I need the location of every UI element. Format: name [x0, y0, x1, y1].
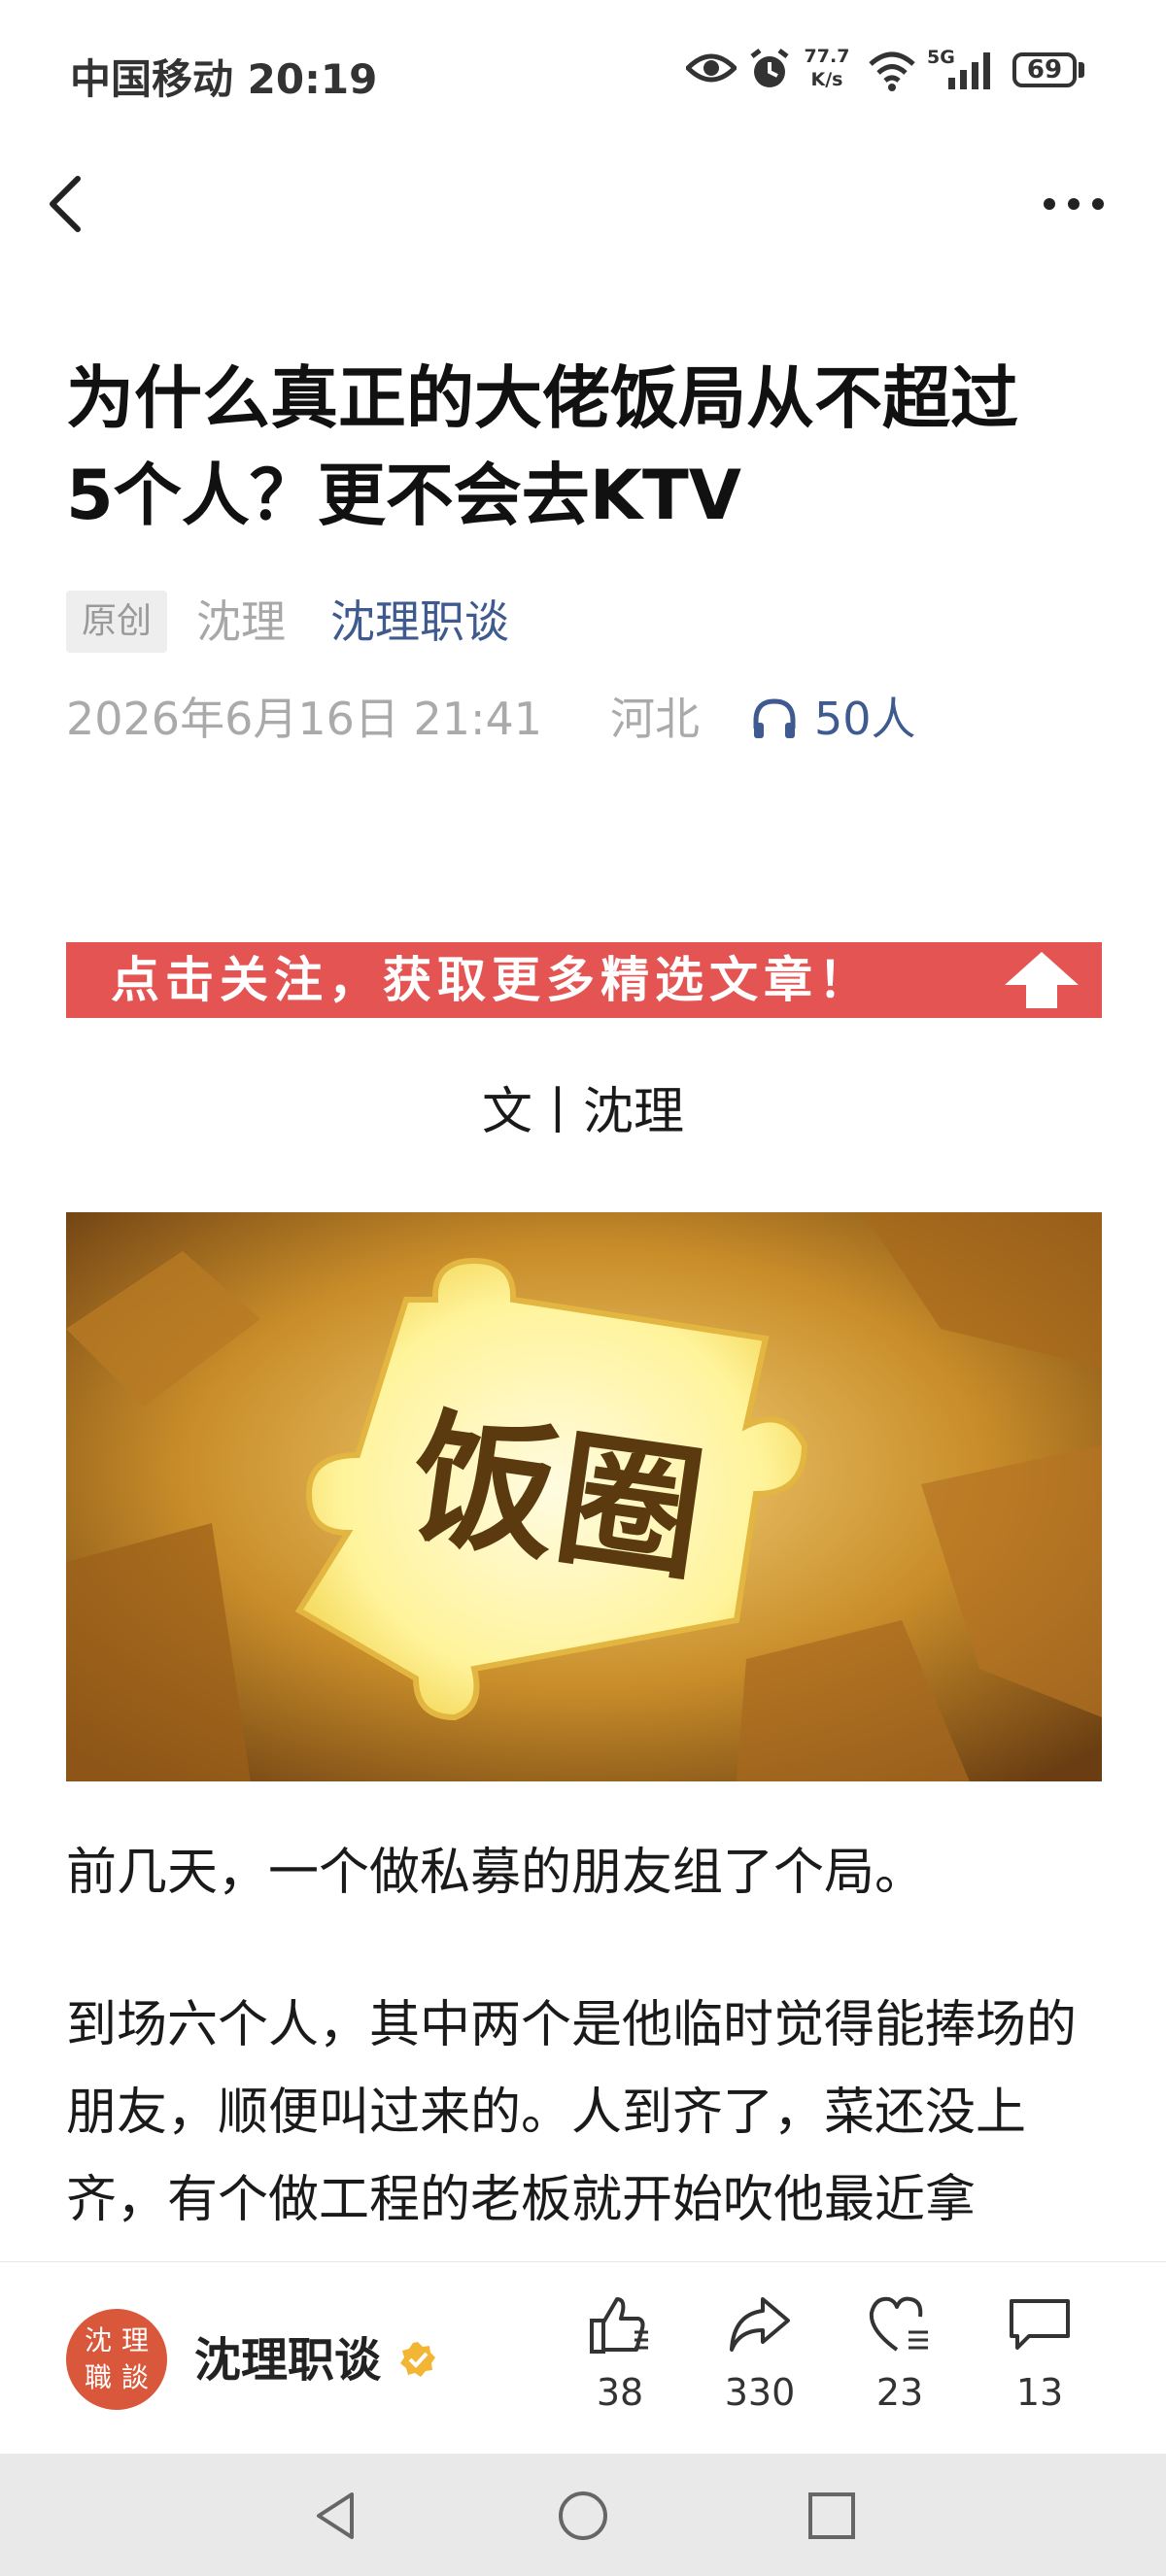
article-title-line-2: 5个人？更不会去KTV — [66, 456, 741, 535]
comment-count: 13 — [1015, 2371, 1064, 2414]
follow-banner[interactable]: 点击关注，获取更多精选文章！ — [66, 942, 1102, 1018]
signal-icon — [948, 52, 990, 89]
like-count: 38 — [596, 2371, 644, 2414]
share-button[interactable]: 330 — [702, 2293, 818, 2414]
article-image[interactable]: 饭圈 — [66, 1212, 1102, 1781]
comment-icon — [1010, 2299, 1070, 2350]
bottom-action-bar: 沈 理 職 談 沈理职谈 38 330 23 13 — [0, 2261, 1166, 2455]
verified-badge-icon — [400, 2342, 435, 2377]
article-paragraph-2: 到场六个人，其中两个是他临时觉得能捧场的朋友，顺便叫过来的。人到齐了，菜还没上齐… — [66, 1996, 1078, 2229]
publish-date: 2026年6月16日 21:41 — [66, 693, 543, 745]
original-badge: 原创 — [66, 591, 167, 653]
up-arrow-icon — [1005, 952, 1079, 1008]
network-speed-unit: K/s — [810, 69, 843, 90]
avatar-seal: 沈 理 職 談 — [80, 2322, 154, 2396]
battery-level: 69 — [1026, 55, 1063, 85]
favorite-count: 23 — [875, 2371, 924, 2414]
bottom-account-name[interactable]: 沈理职谈 — [194, 2330, 381, 2390]
region-label: 河北 — [610, 693, 700, 745]
more-dots-icon — [1044, 198, 1104, 210]
puzzle-illustration: 饭圈 — [66, 1212, 1102, 1781]
chevron-left-icon — [50, 176, 81, 232]
avatar-char-1: 沈 — [84, 2324, 112, 2356]
wifi-icon — [869, 51, 915, 91]
heart-icon — [869, 2296, 928, 2352]
status-time: 中国移动 20:19 — [70, 55, 378, 103]
battery-cap — [1079, 62, 1084, 78]
listen-count[interactable]: 50人 — [814, 688, 916, 750]
article-paragraph-1: 前几天，一个做私募的朋友组了个局。 — [66, 1844, 926, 1902]
favorite-button[interactable]: 23 — [841, 2293, 958, 2414]
article-byline: 文丨沈理 — [481, 1083, 684, 1141]
network-speed: 77.7 K/s — [803, 45, 851, 91]
alarm-icon — [750, 49, 789, 87]
share-icon — [730, 2297, 790, 2352]
follow-banner-text: 点击关注，获取更多精选文章！ — [111, 952, 873, 1008]
avatar-char-4: 談 — [120, 2361, 149, 2393]
battery-icon: 69 — [1012, 52, 1077, 87]
system-navigation-bar — [0, 2454, 1166, 2576]
nav-home-icon[interactable] — [556, 2489, 610, 2543]
eye-icon — [686, 53, 737, 83]
back-button[interactable] — [39, 165, 97, 243]
comment-button[interactable]: 13 — [981, 2293, 1098, 2414]
like-button[interactable]: 38 — [562, 2293, 678, 2414]
avatar-char-2: 理 — [120, 2324, 149, 2356]
article-title: 为什么真正的大佬饭局从不超过 5个人？更不会去KTV — [66, 350, 1106, 544]
nav-recents-icon[interactable] — [805, 2489, 859, 2543]
account-name-link[interactable]: 沈理职谈 — [330, 591, 509, 653]
article-title-line-1: 为什么真正的大佬饭局从不超过 — [66, 358, 1018, 438]
network-speed-value: 77.7 — [804, 46, 850, 67]
thumbs-up-icon — [590, 2297, 648, 2354]
headphones-icon[interactable] — [750, 695, 799, 744]
nav-back-icon[interactable] — [309, 2489, 363, 2543]
more-button[interactable] — [1030, 175, 1117, 233]
avatar-char-3: 職 — [84, 2361, 112, 2393]
avatar[interactable]: 沈 理 職 談 — [66, 2309, 167, 2410]
author-name[interactable]: 沈理 — [196, 591, 286, 653]
share-count: 330 — [724, 2371, 796, 2414]
